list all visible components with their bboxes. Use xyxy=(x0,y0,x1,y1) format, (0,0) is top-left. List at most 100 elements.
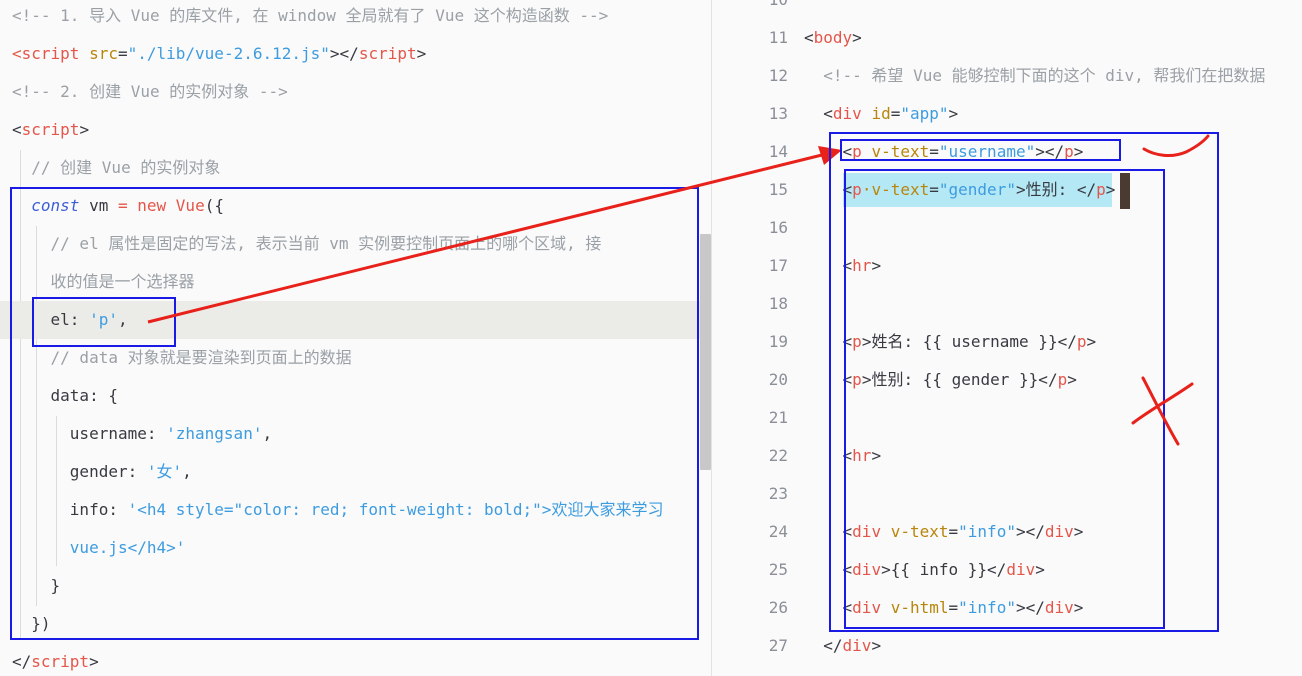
code-line[interactable]: 17 <hr> xyxy=(712,247,1302,285)
code-token: ></ xyxy=(1035,142,1065,161)
code-token: < xyxy=(804,332,853,351)
code-token: > xyxy=(871,636,882,655)
line-number: 17 xyxy=(768,256,788,275)
code-line[interactable]: 12 <!-- 希望 Vue 能够控制下面的这个 div, 帮我们在把数据 xyxy=(712,57,1302,95)
line-number: 23 xyxy=(768,484,788,503)
line-number: 25 xyxy=(768,560,788,579)
code-token: info: xyxy=(12,500,128,519)
code-token: "info" xyxy=(958,522,1016,541)
code-line[interactable]: 19 <p>姓名: {{ username }}</p> xyxy=(712,323,1302,361)
code-line[interactable]: // el 属性是固定的写法, 表示当前 vm 实例要控制页面上的哪个区域, 接 xyxy=(0,225,711,263)
code-token: </ xyxy=(12,652,32,671)
code-line[interactable]: 10 xyxy=(712,0,1302,19)
code-line[interactable]: 13 <div id="app"> xyxy=(712,95,1302,133)
code-token: < xyxy=(804,180,853,199)
code-line[interactable]: // data 对象就是要渲染到页面上的数据 xyxy=(0,339,711,377)
code-line[interactable]: data: { xyxy=(0,377,711,415)
left-code-editor[interactable]: <!-- 1. 导入 Vue 的库文件, 在 window 全局就有了 Vue … xyxy=(0,0,711,676)
code-line[interactable]: 18 xyxy=(712,285,1302,323)
code-token: = xyxy=(117,44,128,63)
code-token: div xyxy=(832,104,862,123)
left-scrollbar-thumb[interactable] xyxy=(700,234,711,470)
code-line[interactable]: 11 <body> xyxy=(712,19,1302,57)
code-token: </ xyxy=(804,636,843,655)
code-token: < xyxy=(804,446,853,465)
code-token: v-text xyxy=(861,142,930,161)
code-line[interactable]: gender: '女', xyxy=(0,453,711,491)
code-token: , xyxy=(262,424,273,443)
code-token: , xyxy=(117,310,128,329)
code-token: div xyxy=(1044,598,1074,617)
code-line[interactable]: <script> xyxy=(0,111,711,149)
line-number: 24 xyxy=(768,522,788,541)
code-line[interactable]: vue.js</h4>' xyxy=(0,529,711,567)
code-line[interactable]: 14 <p v-text="username"></p> xyxy=(712,133,1302,171)
code-line[interactable]: const vm = new Vue({ xyxy=(0,187,711,225)
code-token: = xyxy=(948,598,959,617)
code-line[interactable]: 23 xyxy=(712,475,1302,513)
code-token: p xyxy=(852,370,862,389)
text-cursor xyxy=(1120,173,1130,209)
code-line[interactable]: 收的值是一个选择器 xyxy=(0,263,711,301)
code-token: vue.js</h4>' xyxy=(12,538,186,557)
code-line[interactable]: 22 <hr> xyxy=(712,437,1302,475)
code-token: "gender" xyxy=(938,180,1016,199)
code-token: = xyxy=(890,104,901,123)
code-token: >{{ info }}</ xyxy=(881,560,1007,579)
code-token: new xyxy=(137,196,167,215)
code-token: p xyxy=(852,142,862,161)
code-line[interactable]: 27 </div> xyxy=(712,627,1302,665)
line-number: 13 xyxy=(768,104,788,123)
line-number: 22 xyxy=(768,446,788,465)
code-line[interactable]: el: 'p', xyxy=(0,301,711,339)
code-line[interactable]: 24 <div v-text="info"></div> xyxy=(712,513,1302,551)
code-token: = xyxy=(929,180,939,199)
code-line[interactable]: <!-- 2. 创建 Vue 的实例对象 --> xyxy=(0,73,711,111)
code-token: ></ xyxy=(329,44,359,63)
code-token: div xyxy=(852,522,882,541)
code-token: ></ xyxy=(1015,598,1045,617)
code-token: > xyxy=(948,104,959,123)
code-token: < xyxy=(12,120,22,139)
code-token: >性别: </ xyxy=(1015,180,1097,199)
code-line[interactable]: 16 xyxy=(712,209,1302,247)
code-token: 'p' xyxy=(89,310,118,329)
code-token: > xyxy=(1086,332,1097,351)
code-line[interactable]: 21 xyxy=(712,399,1302,437)
code-token: '女' xyxy=(146,462,183,481)
code-token: script xyxy=(31,652,90,671)
code-line[interactable]: // 创建 Vue 的实例对象 xyxy=(0,149,711,187)
code-token: > xyxy=(1067,370,1077,389)
code-line[interactable]: info: '<h4 style="color: red; font-weigh… xyxy=(0,491,711,529)
code-line[interactable]: 25 <div>{{ info }}</div> xyxy=(712,551,1302,589)
code-line[interactable]: username: 'zhangsan', xyxy=(0,415,711,453)
code-token: > xyxy=(852,28,862,47)
code-token: }) xyxy=(12,614,51,633)
code-token: <!-- 2. 创建 Vue 的实例对象 --> xyxy=(12,82,288,101)
code-token: // data 对象就是要渲染到页面上的数据 xyxy=(12,348,352,367)
code-line[interactable]: </script> xyxy=(0,643,711,676)
code-token: Vue xyxy=(175,196,205,215)
code-line[interactable]: 20 <p>性别: {{ gender }}</p> xyxy=(712,361,1302,399)
code-token: data: { xyxy=(12,386,118,405)
code-line[interactable]: <script src="./lib/vue-2.6.12.js"></scri… xyxy=(0,35,711,73)
code-token: "username" xyxy=(938,142,1036,161)
code-token: , xyxy=(182,462,192,481)
code-token: <!-- 希望 Vue 能够控制下面的这个 div, 帮我们在把数据 xyxy=(804,66,1266,85)
code-token: const xyxy=(31,196,80,215)
code-line[interactable]: 26 <div v-html="info"></div> xyxy=(712,589,1302,627)
code-token: = xyxy=(117,196,128,215)
code-token: > xyxy=(1035,560,1045,579)
code-token: "info" xyxy=(958,598,1016,617)
code-line[interactable]: }) xyxy=(0,605,711,643)
code-token: < xyxy=(804,256,853,275)
right-code-editor[interactable]: 1011<body>12 <!-- 希望 Vue 能够控制下面的这个 div, … xyxy=(712,0,1302,676)
code-line[interactable]: <!-- 1. 导入 Vue 的库文件, 在 window 全局就有了 Vue … xyxy=(0,0,711,35)
code-line[interactable]: } xyxy=(0,567,711,605)
line-number: 21 xyxy=(768,408,788,427)
code-token: > xyxy=(89,652,99,671)
code-token: body xyxy=(813,28,853,47)
code-line[interactable]: 15 <p·v-text="gender">性别: </p> xyxy=(712,171,1302,209)
code-token: <!-- 1. 导入 Vue 的库文件, 在 window 全局就有了 Vue … xyxy=(12,6,609,25)
